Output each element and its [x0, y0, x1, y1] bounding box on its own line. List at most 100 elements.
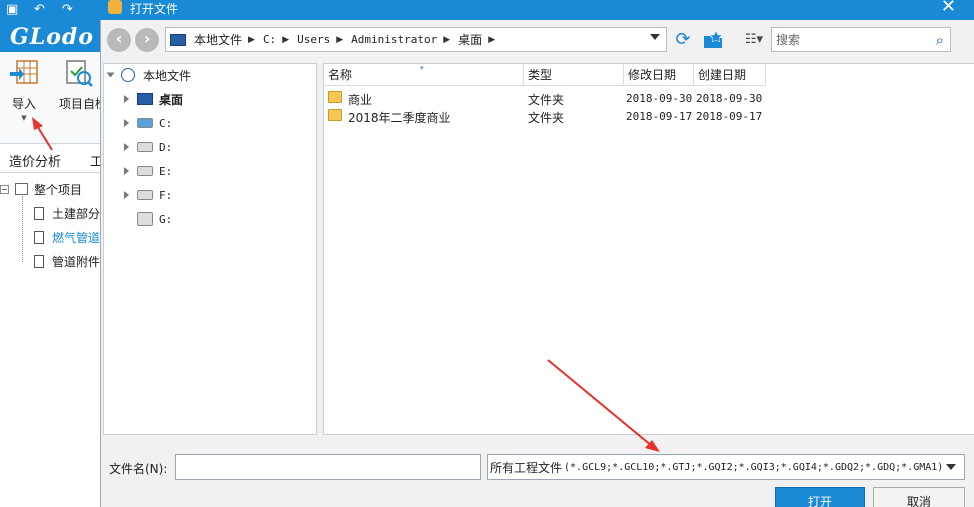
redo-icon[interactable]: ↷ — [62, 2, 73, 17]
filetype-dropdown-icon[interactable] — [946, 464, 956, 470]
file-list: 名称 类型 修改日期 创建日期 ▾ 商业 文件夹 2018-09-30 2018… — [323, 63, 974, 435]
file-type: 文件夹 — [528, 93, 565, 107]
filename-input[interactable] — [175, 454, 481, 480]
breadcrumb-separator-icon[interactable]: ▶ — [443, 35, 450, 45]
document-icon — [34, 254, 44, 268]
search-placeholder: 搜索 — [776, 33, 801, 47]
document-icon — [34, 230, 44, 244]
tree-root-label: 整个项目 — [34, 182, 83, 197]
dialog-titlebar[interactable]: 打开文件 ✕ — [100, 0, 974, 20]
forward-button[interactable]: › — [135, 28, 159, 52]
nav-item-label: 桌面 — [159, 92, 184, 107]
nav-item-e[interactable]: E: — [124, 160, 172, 182]
drive-icon — [137, 142, 153, 152]
tree-connector — [22, 196, 23, 262]
tree-item[interactable]: 土建部分 — [34, 202, 100, 224]
search-input[interactable]: 搜索 ⌕ — [771, 27, 951, 52]
expand-icon[interactable] — [124, 191, 129, 199]
save-icon[interactable]: ▣ — [6, 2, 18, 17]
expand-icon[interactable] — [124, 119, 129, 127]
column-name[interactable]: 名称 — [324, 64, 524, 86]
nav-root[interactable]: 本地文件 — [106, 64, 192, 86]
breadcrumb-separator-icon[interactable]: ▶ — [336, 35, 343, 45]
tree-item-selected[interactable]: 燃气管道 — [34, 226, 100, 248]
search-icon[interactable]: ⌕ — [936, 31, 944, 49]
nav-item-label: C: — [159, 116, 173, 130]
file-modified: 2018-09-17 — [626, 110, 693, 123]
tree-root[interactable]: − 整个项目 — [0, 178, 82, 200]
address-dropdown-icon[interactable] — [650, 34, 660, 40]
local-files-icon — [121, 68, 135, 82]
nav-item-label: G: — [159, 212, 173, 226]
back-button[interactable]: ‹ — [107, 28, 131, 52]
drive-icon — [137, 190, 153, 200]
drive-icon — [137, 166, 153, 176]
tab-cost-analysis[interactable]: 造价分析 — [9, 151, 61, 170]
project-check-button[interactable]: 项目自检 — [54, 58, 108, 112]
tree-item-label: 土建部分 — [52, 206, 101, 221]
nav-item-g[interactable]: G: — [137, 208, 172, 230]
folder-icon — [328, 109, 342, 121]
cancel-button[interactable]: 取消 — [873, 487, 965, 507]
collapse-icon[interactable]: − — [0, 184, 9, 194]
breadcrumb-separator-icon[interactable]: ▶ — [248, 35, 255, 45]
file-row[interactable]: 2018年二季度商业 文件夹 2018-09-17 2018-09-17 — [324, 108, 766, 126]
app-icon — [108, 0, 122, 14]
tree-item-label: 燃气管道 — [52, 230, 101, 245]
open-button[interactable]: 打开 — [775, 487, 865, 507]
import-dropdown-icon[interactable]: ▼ — [0, 114, 48, 122]
import-button[interactable]: 导入 ▼ — [0, 58, 48, 122]
expand-icon[interactable] — [124, 95, 129, 103]
nav-item-desktop[interactable]: 桌面 — [124, 88, 183, 110]
dialog-body: ‹ › 本地文件 ▶ C: ▶ Users ▶ Administrator ▶ … — [100, 20, 974, 507]
address-bar[interactable]: 本地文件 ▶ C: ▶ Users ▶ Administrator ▶ 桌面 ▶ — [165, 27, 667, 52]
breadcrumb-local[interactable]: 本地文件 — [194, 31, 242, 48]
project-check-icon — [66, 60, 93, 87]
column-type[interactable]: 类型 — [524, 64, 624, 86]
breadcrumb-desktop[interactable]: 桌面 — [458, 31, 482, 48]
desktop-icon — [137, 93, 153, 105]
breadcrumb-separator-icon[interactable]: ▶ — [488, 35, 495, 45]
column-created[interactable]: 创建日期 — [694, 64, 766, 86]
app-logo: GLodo — [10, 24, 94, 50]
tree-item[interactable]: 管道附件 — [34, 250, 100, 272]
import-icon — [10, 60, 38, 84]
breadcrumb-users[interactable]: Users — [297, 33, 330, 46]
close-icon[interactable]: ✕ — [941, 0, 956, 17]
project-icon — [15, 183, 28, 195]
undo-icon[interactable]: ↶ — [34, 2, 45, 17]
nav-item-c[interactable]: C: — [124, 112, 172, 134]
breadcrumb-separator-icon[interactable]: ▶ — [282, 35, 289, 45]
file-modified: 2018-09-30 — [626, 92, 693, 105]
file-created: 2018-09-30 — [696, 92, 763, 105]
nav-root-label: 本地文件 — [143, 68, 192, 83]
filename-label: 文件名(N): — [109, 462, 168, 476]
nav-item-label: F: — [159, 188, 173, 202]
breadcrumb-administrator[interactable]: Administrator — [351, 33, 437, 46]
nav-item-f[interactable]: F: — [124, 184, 172, 206]
project-tree: − 整个项目 土建部分 燃气管道 管道附件 — [0, 174, 100, 507]
tree-item-label: 管道附件 — [52, 254, 101, 269]
breadcrumb-c[interactable]: C: — [263, 33, 276, 46]
project-check-label: 项目自检 — [59, 97, 108, 111]
file-row[interactable]: 商业 文件夹 2018-09-30 2018-09-30 — [324, 90, 766, 108]
refresh-icon[interactable]: ⟳ — [673, 30, 693, 50]
filetype-patterns: (*.GCL9;*.GCL10;*.GTJ;*.GQI2;*.GQI3;*.GQ… — [564, 461, 944, 473]
nav-item-d[interactable]: D: — [124, 136, 172, 158]
app-logo-bar: GLodo — [0, 20, 100, 52]
app-tabs: 造价分析 工 — [0, 145, 103, 173]
file-name: 商业 — [348, 93, 373, 107]
expand-icon[interactable] — [124, 143, 129, 151]
system-drive-icon — [137, 118, 153, 128]
new-folder-icon[interactable] — [703, 30, 723, 50]
import-label: 导入 — [11, 97, 36, 111]
expand-icon[interactable] — [124, 167, 129, 175]
file-name: 2018年二季度商业 — [348, 111, 451, 125]
view-options-icon[interactable]: ☷▾ — [741, 30, 767, 50]
nav-item-label: E: — [159, 164, 173, 178]
computer-icon — [170, 33, 186, 46]
column-modified[interactable]: 修改日期 — [624, 64, 694, 86]
nav-item-label: D: — [159, 140, 173, 154]
filetype-select[interactable]: 所有工程文件 (*.GCL9;*.GCL10;*.GTJ;*.GQI2;*.GQ… — [487, 454, 965, 480]
expand-icon[interactable] — [106, 72, 115, 78]
